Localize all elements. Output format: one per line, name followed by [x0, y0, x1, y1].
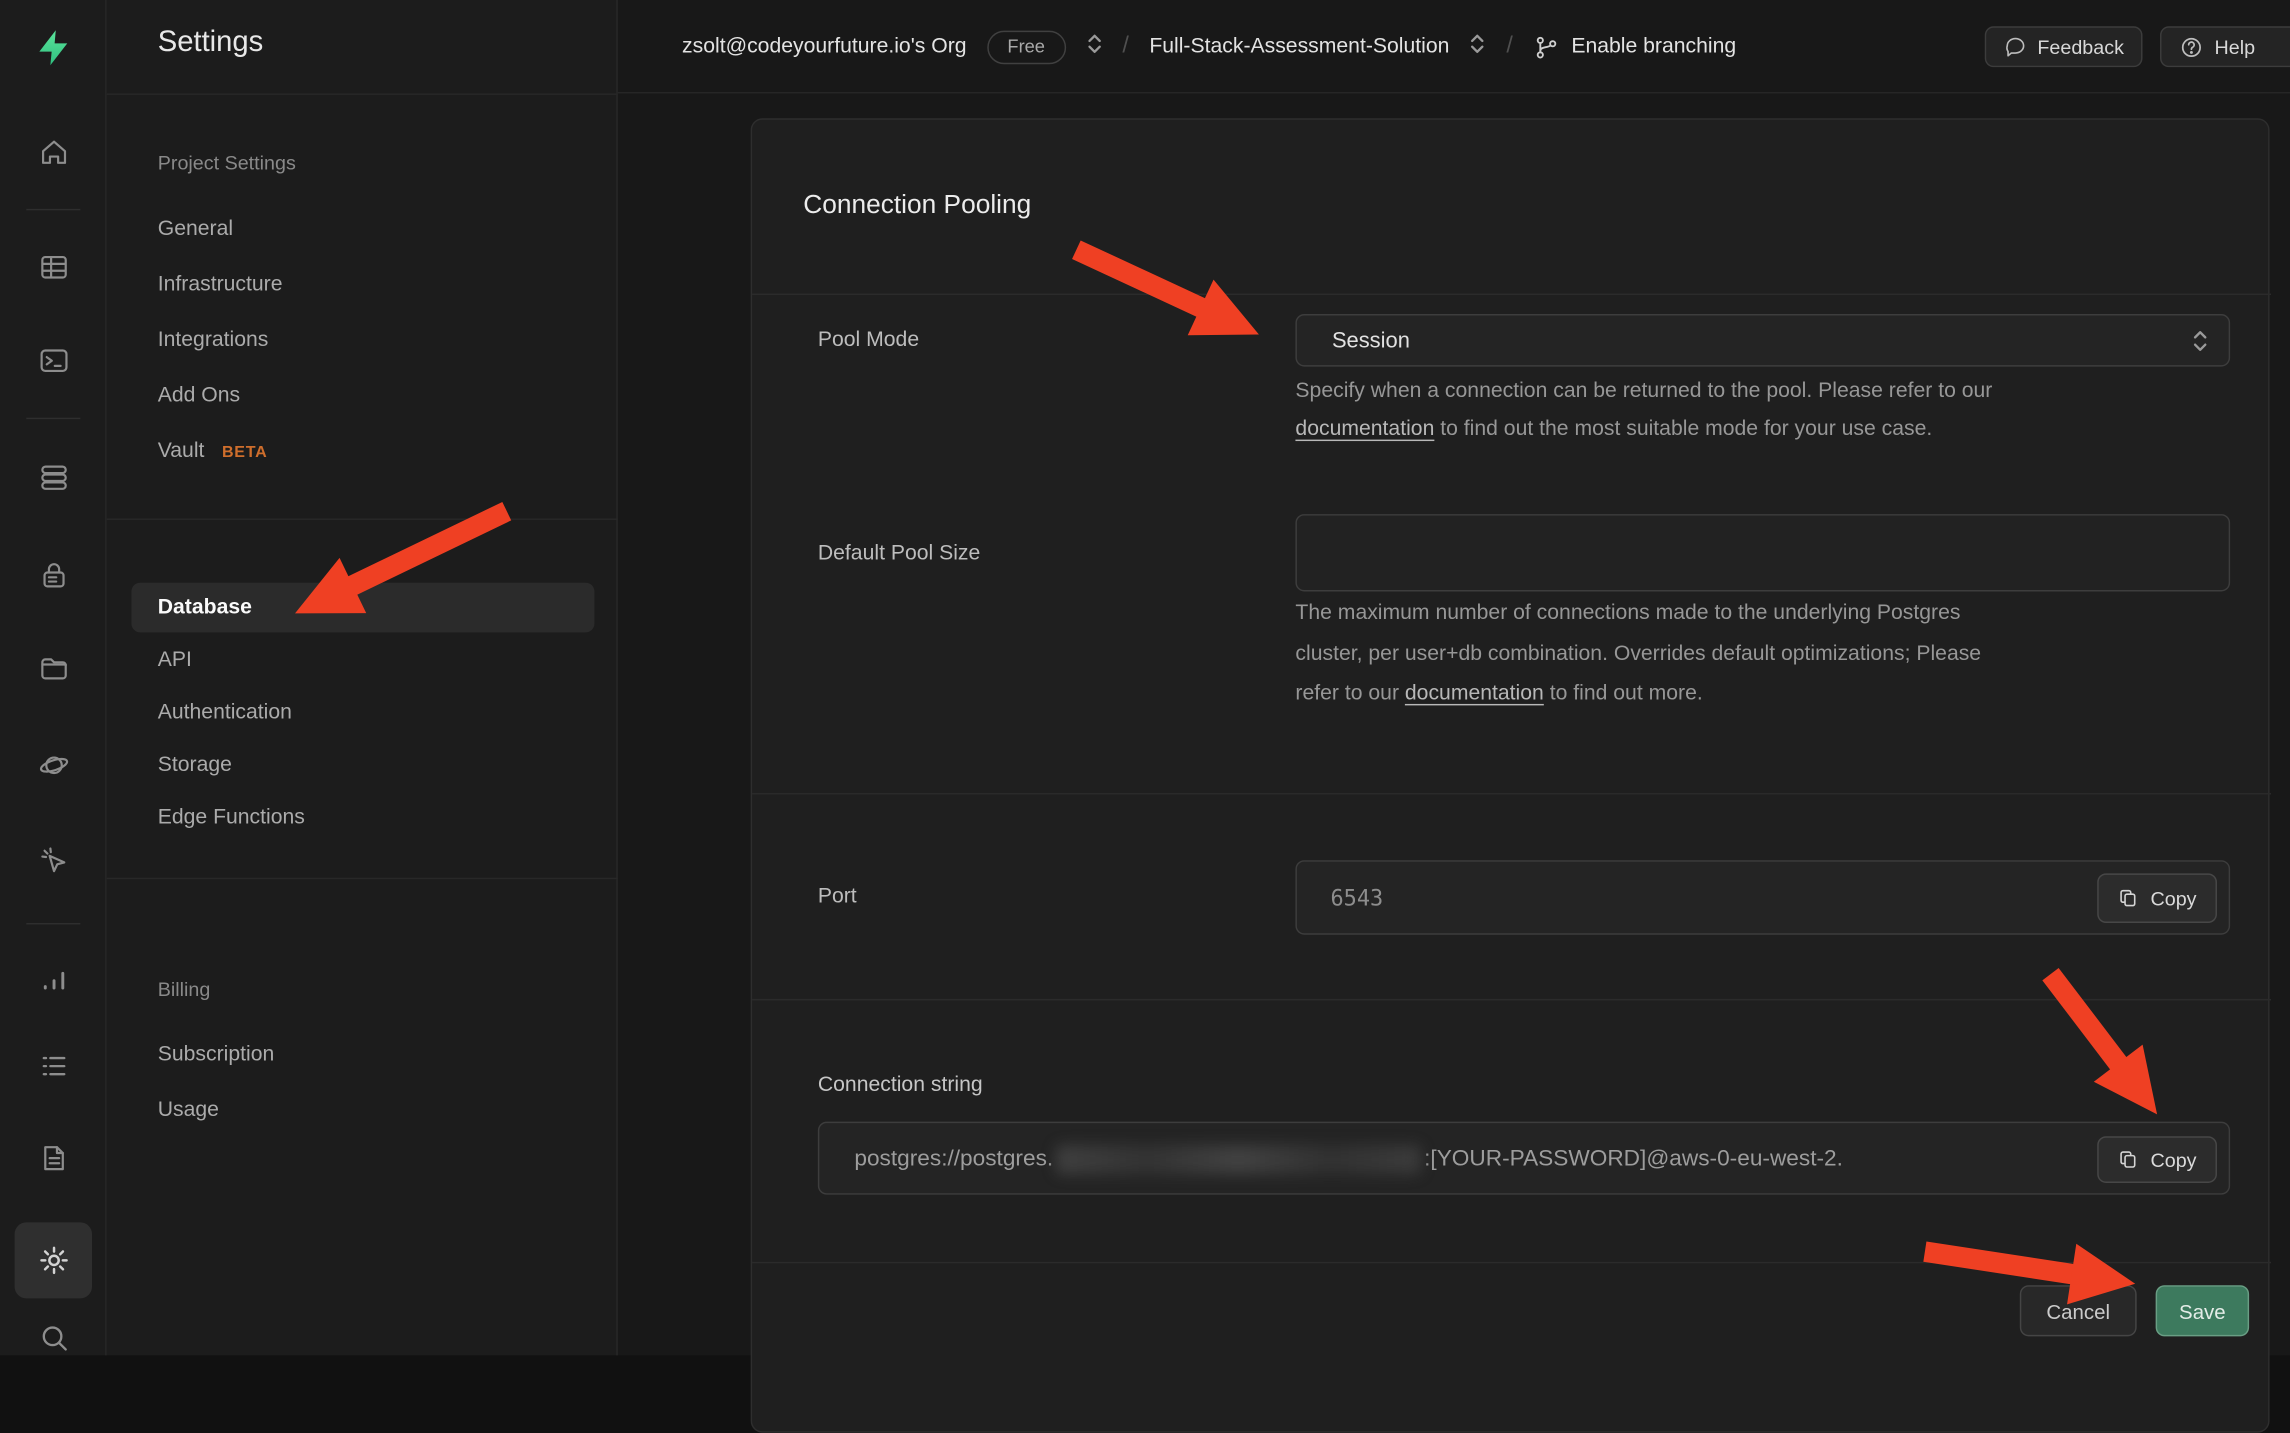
breadcrumb-separator: / [1122, 34, 1129, 60]
supabase-settings-page: Settings Project Settings General Infras… [0, 0, 2290, 1355]
nav-heading-project-settings: Project Settings [158, 148, 296, 180]
pool-mode-value: Session [1332, 315, 1410, 368]
feedback-label: Feedback [2037, 36, 2124, 58]
divider [752, 294, 2271, 295]
sql-editor-icon[interactable] [0, 332, 107, 390]
divider [752, 999, 2271, 1000]
chevron-up-down-icon[interactable] [1086, 31, 1102, 62]
git-branch-icon [1533, 34, 1558, 59]
beta-badge: BETA [222, 444, 267, 462]
project-settings-icon[interactable] [15, 1222, 92, 1298]
question-circle-icon [2179, 34, 2204, 59]
page-title: Settings [158, 26, 264, 60]
pool-mode-description: Specify when a connection can be returne… [1295, 372, 1992, 448]
nav-item-infrastructure[interactable]: Infrastructure [158, 269, 283, 301]
copy-icon [2118, 1149, 2138, 1169]
save-button[interactable]: Save [2156, 1285, 2249, 1336]
connection-pooling-card: Connection Pooling Pool Mode Session Spe… [751, 118, 2270, 1432]
enable-branching-button[interactable]: Enable branching [1533, 34, 1736, 59]
copy-icon [2118, 888, 2138, 908]
nav-item-general[interactable]: General [158, 213, 233, 245]
documentation-link[interactable]: documentation [1405, 682, 1544, 705]
pool-mode-select[interactable]: Session [1295, 314, 2230, 367]
realtime-icon[interactable] [0, 831, 107, 889]
settings-nav: Settings Project Settings General Infras… [107, 0, 618, 1355]
description-text: Specify when a connection can be returne… [1295, 380, 1992, 403]
divider [752, 793, 2271, 794]
default-pool-size-description: The maximum number of connections made t… [1295, 594, 1981, 714]
nav-item-subscription[interactable]: Subscription [158, 1038, 275, 1070]
description-text: The maximum number of connections made t… [1295, 602, 1960, 625]
copy-label: Copy [2151, 887, 2197, 909]
description-text: to find out more. [1544, 682, 1703, 705]
nav-item-usage[interactable]: Usage [158, 1094, 219, 1126]
nav-item-add-ons[interactable]: Add Ons [158, 380, 240, 412]
table-editor-icon[interactable] [0, 238, 107, 296]
project-breadcrumb[interactable]: Full-Stack-Assessment-Solution [1149, 35, 1449, 58]
supabase-logo-icon[interactable] [0, 18, 107, 76]
nav-item-label: Vault [158, 440, 205, 463]
storage-icon[interactable] [0, 640, 107, 698]
port-value: 6543 [1330, 862, 1383, 936]
chat-bubble-icon [2004, 35, 2027, 58]
divider [107, 878, 618, 879]
home-icon[interactable] [0, 123, 107, 181]
nav-item-vault[interactable]: Vault BETA [158, 435, 268, 467]
description-text: cluster, per user+db combination. Overri… [1295, 642, 1981, 665]
connection-string-label: Connection string [818, 1069, 983, 1101]
nav-heading-billing: Billing [158, 974, 211, 1006]
connection-string-prefix: postgres://postgres. [854, 1146, 1053, 1172]
masked-project-ref [1056, 1145, 1421, 1174]
port-input: 6543 Copy [1295, 860, 2230, 934]
main-content: Connection Pooling Pool Mode Session Spe… [618, 93, 2290, 1355]
rail-divider [26, 923, 80, 924]
port-label: Port [818, 881, 857, 913]
divider [107, 518, 618, 519]
search-icon[interactable] [0, 1309, 107, 1367]
nav-item-authentication[interactable]: Authentication [158, 697, 292, 729]
description-text: to find out the most suitable mode for y… [1434, 418, 1932, 441]
nav-item-edge-functions[interactable]: Edge Functions [158, 802, 305, 834]
api-docs-icon[interactable] [0, 1129, 107, 1187]
copy-connection-string-button[interactable]: Copy [2098, 1136, 2217, 1183]
nav-item-api[interactable]: API [158, 644, 192, 676]
plan-badge: Free [987, 30, 1065, 64]
database-icon[interactable] [0, 448, 107, 506]
connection-string-value: postgres://postgres. :[YOUR-PASSWORD]@aws… [854, 1123, 2066, 1196]
cancel-button[interactable]: Cancel [2020, 1285, 2137, 1336]
authentication-icon[interactable] [0, 546, 107, 604]
connection-string-input: postgres://postgres. :[YOUR-PASSWORD]@aws… [818, 1122, 2230, 1195]
logs-icon[interactable] [0, 1037, 107, 1095]
chevron-up-down-icon[interactable] [1470, 31, 1486, 62]
enable-branching-label: Enable branching [1571, 35, 1736, 58]
description-text: refer to our [1295, 682, 1404, 705]
edge-functions-icon[interactable] [0, 736, 107, 794]
help-label: Help [2214, 36, 2255, 58]
default-pool-size-label: Default Pool Size [818, 537, 980, 569]
reports-icon[interactable] [0, 951, 107, 1009]
org-breadcrumb[interactable]: zsolt@codeyourfuture.io's Org [682, 35, 966, 58]
documentation-link[interactable]: documentation [1295, 418, 1434, 441]
rail-divider [26, 209, 80, 210]
icon-rail [0, 0, 107, 1355]
nav-item-integrations[interactable]: Integrations [158, 324, 269, 356]
nav-item-storage[interactable]: Storage [158, 749, 232, 781]
divider [752, 1262, 2271, 1263]
pool-mode-label: Pool Mode [818, 324, 919, 356]
default-pool-size-input[interactable] [1295, 514, 2230, 591]
top-bar: zsolt@codeyourfuture.io's Org Free / Ful… [618, 0, 2290, 93]
copy-label: Copy [2151, 1149, 2197, 1171]
card-title: Connection Pooling [803, 190, 1031, 221]
breadcrumb-separator: / [1506, 34, 1513, 60]
copy-port-button[interactable]: Copy [2098, 873, 2217, 923]
rail-divider [26, 418, 80, 419]
help-button[interactable]: Help [2160, 26, 2290, 67]
connection-string-suffix: :[YOUR-PASSWORD]@aws-0-eu-west-2. [1424, 1146, 1843, 1172]
divider [107, 93, 618, 94]
chevron-up-down-icon [2192, 327, 2208, 362]
nav-item-database[interactable]: Database [158, 591, 252, 623]
feedback-button[interactable]: Feedback [1985, 26, 2143, 67]
